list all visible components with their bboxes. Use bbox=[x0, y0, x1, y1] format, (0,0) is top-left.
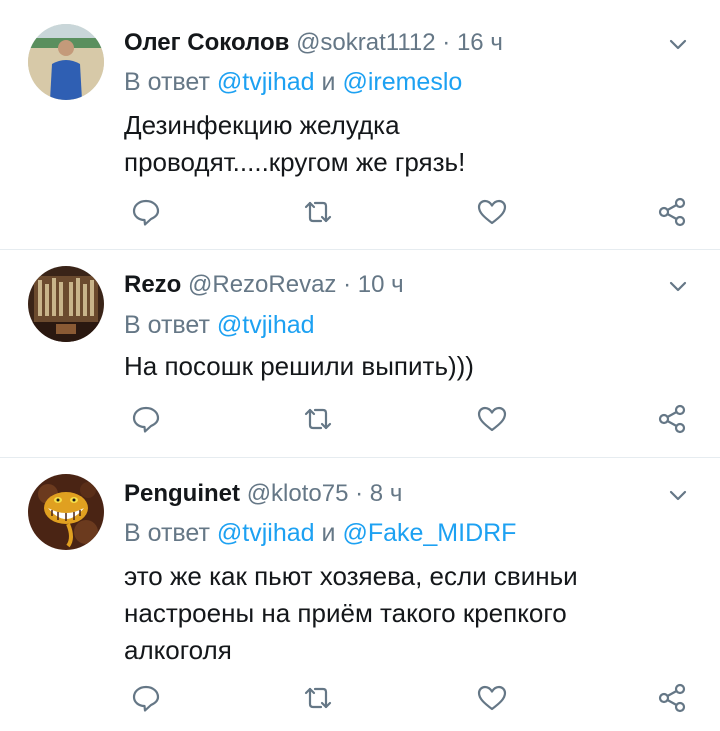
author-handle[interactable]: @RezoRevaz bbox=[188, 271, 336, 298]
reply-context: В ответ @tvjihad и @Fake_MIDRF bbox=[124, 518, 516, 548]
tweet-text-line: проводят.....кругом же грязь! bbox=[124, 147, 466, 177]
tweet[interactable]: Rezo @RezoRevaz · 10 ч В ответ @tvjihad … bbox=[0, 250, 720, 458]
organ-photo-icon bbox=[28, 266, 104, 342]
chevron-down-icon[interactable] bbox=[666, 274, 690, 298]
action-bar bbox=[124, 403, 694, 435]
author-name[interactable]: Penguinet bbox=[124, 480, 240, 507]
mention-link[interactable]: @tvjihad bbox=[217, 311, 315, 339]
retweet-icon[interactable] bbox=[302, 403, 334, 435]
tweet-text: это же как пьют хозяева, если свиньи нас… bbox=[124, 558, 684, 669]
tweet-header: Олег Соколов @sokrat1112 · 16 ч bbox=[124, 28, 503, 58]
mention-link[interactable]: @tvjihad bbox=[217, 519, 315, 547]
tweet-text-line: На посошк решили выпить))) bbox=[124, 351, 474, 381]
author-handle[interactable]: @sokrat1112 bbox=[296, 29, 436, 56]
tweet-text: На посошк решили выпить))) bbox=[124, 348, 684, 385]
tweet-text-line: настроены на приём такого крепкого bbox=[124, 598, 567, 628]
mention-link[interactable]: @Fake_MIDRF bbox=[342, 519, 516, 547]
mention-link[interactable]: @iremeslo bbox=[342, 68, 462, 96]
reply-prefix: В ответ bbox=[124, 311, 210, 339]
author-name[interactable]: Олег Соколов bbox=[124, 29, 289, 56]
reply-context: В ответ @tvjihad bbox=[124, 310, 315, 340]
separator-dot: · bbox=[442, 29, 451, 56]
reply-icon[interactable] bbox=[130, 403, 162, 435]
timestamp[interactable]: 8 ч bbox=[370, 480, 403, 507]
share-icon[interactable] bbox=[656, 403, 688, 435]
reply-icon[interactable] bbox=[130, 682, 162, 714]
reply-conjunction: и bbox=[321, 68, 336, 96]
retweet-icon[interactable] bbox=[302, 682, 334, 714]
tweet-text-line: Дезинфекцию желудка bbox=[124, 110, 400, 140]
retweet-icon[interactable] bbox=[302, 196, 334, 228]
tweet-text-line: это же как пьют хозяева, если свиньи bbox=[124, 561, 578, 591]
cheshire-cat-icon bbox=[28, 474, 104, 550]
author-name[interactable]: Rezo bbox=[124, 271, 181, 298]
timestamp[interactable]: 10 ч bbox=[358, 271, 404, 298]
like-heart-icon[interactable] bbox=[476, 196, 508, 228]
share-icon[interactable] bbox=[656, 682, 688, 714]
reply-context: В ответ @tvjihad и @iremeslo bbox=[124, 67, 462, 97]
mention-link[interactable]: @tvjihad bbox=[217, 68, 315, 96]
avatar[interactable] bbox=[28, 24, 104, 100]
separator-dot: · bbox=[343, 271, 352, 298]
chevron-down-icon[interactable] bbox=[666, 32, 690, 56]
tweet-header: Rezo @RezoRevaz · 10 ч bbox=[124, 270, 404, 300]
avatar[interactable] bbox=[28, 266, 104, 342]
reply-conjunction: и bbox=[321, 519, 336, 547]
like-heart-icon[interactable] bbox=[476, 682, 508, 714]
like-heart-icon[interactable] bbox=[476, 403, 508, 435]
author-handle[interactable]: @kloto75 bbox=[247, 480, 349, 507]
share-icon[interactable] bbox=[656, 196, 688, 228]
chevron-down-icon[interactable] bbox=[666, 483, 690, 507]
tweet-text-line: алкоголя bbox=[124, 635, 232, 665]
separator-dot: · bbox=[355, 480, 364, 507]
tweet-feed: Олег Соколов @sokrat1112 · 16 ч В ответ … bbox=[0, 0, 720, 731]
tweet-header: Penguinet @kloto75 · 8 ч bbox=[124, 479, 402, 509]
reply-prefix: В ответ bbox=[124, 519, 210, 547]
reply-prefix: В ответ bbox=[124, 68, 210, 96]
reply-icon[interactable] bbox=[130, 196, 162, 228]
action-bar bbox=[124, 682, 694, 714]
tweet[interactable]: Олег Соколов @sokrat1112 · 16 ч В ответ … bbox=[0, 0, 720, 250]
avatar[interactable] bbox=[28, 474, 104, 550]
tweet-text: Дезинфекцию желудка проводят.....кругом … bbox=[124, 107, 684, 181]
person-photo-icon bbox=[28, 24, 104, 100]
action-bar bbox=[124, 196, 694, 228]
tweet[interactable]: Penguinet @kloto75 · 8 ч В ответ @tvjiha… bbox=[0, 458, 720, 731]
timestamp[interactable]: 16 ч bbox=[457, 29, 503, 56]
